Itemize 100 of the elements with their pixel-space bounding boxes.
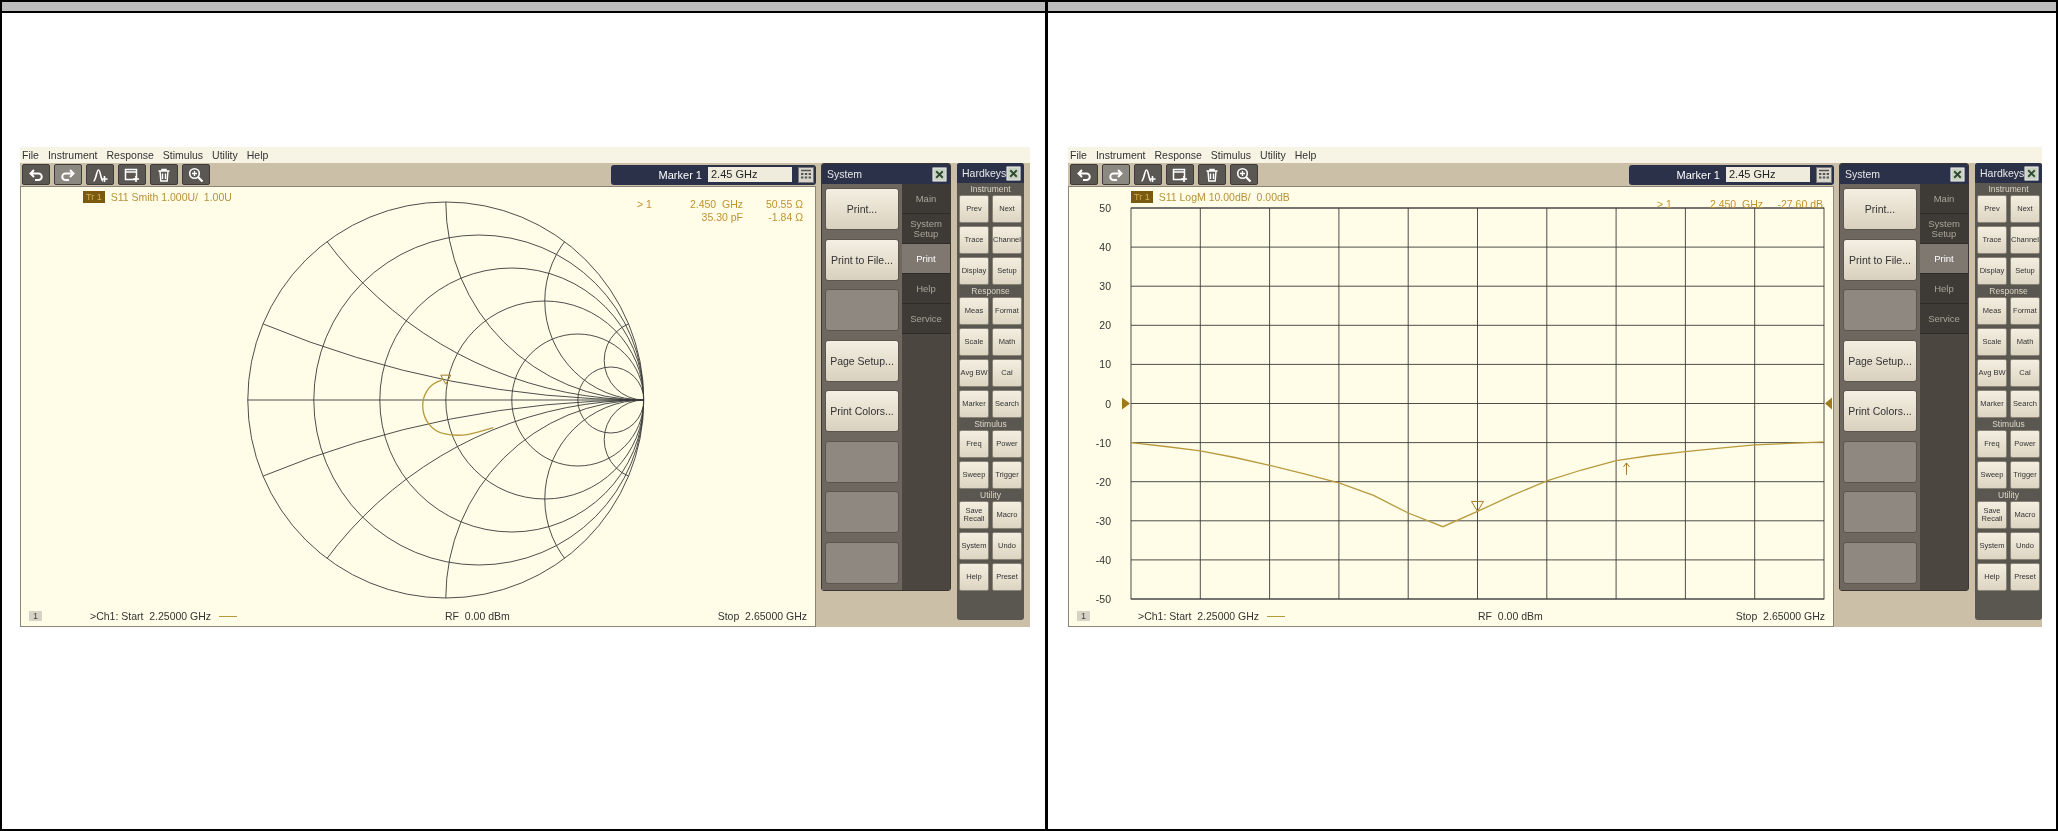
menu-item[interactable]: Response xyxy=(106,149,154,161)
undo-button[interactable] xyxy=(22,164,50,185)
undo-button[interactable] xyxy=(1070,164,1098,185)
redo-icon xyxy=(60,166,76,183)
marker-icon xyxy=(440,374,452,385)
trace-badge: Tr 1 xyxy=(1131,191,1153,203)
close-button[interactable] xyxy=(1950,166,1965,182)
menu-item[interactable]: File xyxy=(1070,149,1087,161)
marker-readout: 50.55 Ω xyxy=(764,198,803,210)
group-label: Instrument xyxy=(969,183,1012,195)
menu-item[interactable]: Help xyxy=(246,149,269,161)
source-power: RF 0.00 dBm xyxy=(1478,610,1543,622)
channel-number: 1 xyxy=(1077,611,1090,621)
start-frequency: >Ch1: Start 2.25000 GHz xyxy=(90,610,212,622)
undo-icon xyxy=(28,166,44,183)
trash-button[interactable] xyxy=(150,164,178,185)
close-button[interactable] xyxy=(2024,165,2040,181)
keypad-icon xyxy=(798,166,814,183)
softkey-button[interactable]: Print to File... xyxy=(1843,238,1917,281)
marker-readout: 2.450 GHz xyxy=(1708,198,1763,210)
softkey-button[interactable]: Page Setup... xyxy=(825,339,899,382)
marker-button[interactable] xyxy=(1134,164,1162,185)
marker-value-field[interactable]: 2.45 GHz xyxy=(1726,167,1810,182)
trash-button[interactable] xyxy=(1198,164,1226,185)
menu-tab[interactable]: System Setup xyxy=(902,214,950,244)
trace-line xyxy=(422,379,494,436)
axis-tick-label: -10 xyxy=(1095,436,1111,449)
close-icon xyxy=(1950,166,1965,182)
menu-item[interactable]: Response xyxy=(1154,149,1202,161)
redo-icon xyxy=(1108,166,1124,183)
group-label: Stimulus xyxy=(1991,418,2026,430)
window-button[interactable] xyxy=(118,164,146,185)
menu-tab[interactable]: Help xyxy=(902,274,950,304)
arrow-marker-icon xyxy=(1623,462,1630,476)
axis-tick-label: -50 xyxy=(1095,593,1111,605)
keypad-button[interactable] xyxy=(1816,166,1832,183)
undo-icon xyxy=(1076,166,1092,183)
axis-tick-label: -20 xyxy=(1095,475,1111,488)
menu-tab[interactable]: Main xyxy=(902,184,950,214)
zoom-button[interactable] xyxy=(1230,164,1258,185)
window-button[interactable] xyxy=(1166,164,1194,185)
axis-tick-label: -40 xyxy=(1095,553,1111,566)
axis-tick-label: 30 xyxy=(1099,280,1111,293)
marker-readout: 2.450 GHz xyxy=(688,198,743,210)
channel-number: 1 xyxy=(29,611,42,621)
keypad-button[interactable] xyxy=(798,166,814,183)
reference-level-icon xyxy=(1122,397,1130,410)
group-label: Instrument xyxy=(1987,183,2030,195)
stop-frequency: Stop 2.65000 GHz xyxy=(717,610,807,622)
softkey-button[interactable]: Print... xyxy=(825,188,899,230)
menu-item[interactable]: Utility xyxy=(1260,149,1286,161)
menu-tab[interactable]: Service xyxy=(1920,304,1968,334)
softkey-button[interactable]: Print Colors... xyxy=(1843,390,1917,432)
panel-title: Hardkeys xyxy=(962,167,1007,179)
group-label: Stimulus xyxy=(973,418,1008,430)
menu-tab[interactable]: Main xyxy=(1920,184,1968,214)
menu-tab[interactable]: Help xyxy=(1920,274,1968,304)
marker-button[interactable] xyxy=(86,164,114,185)
menu-tab[interactable]: Print xyxy=(902,244,950,274)
panel-title: Hardkeys xyxy=(1980,167,2025,179)
axis-tick-label: 10 xyxy=(1099,358,1111,371)
menu-item[interactable]: Instrument xyxy=(47,149,98,161)
menu-item[interactable]: Stimulus xyxy=(162,149,204,161)
zoom-button[interactable] xyxy=(182,164,210,185)
group-label: Response xyxy=(970,285,1011,297)
marker-readout: -1.84 Ω xyxy=(767,211,803,223)
panel-title: System xyxy=(1845,168,1880,180)
marker-readout: -27.60 dB xyxy=(1776,198,1823,210)
menu-item[interactable]: Utility xyxy=(212,149,238,161)
axis-tick-label: 0 xyxy=(1105,397,1111,410)
marker-number: > 1 xyxy=(1657,198,1673,210)
menu-item[interactable]: Help xyxy=(1294,149,1317,161)
menu-tab[interactable]: Print xyxy=(1920,244,1968,274)
softkey-button[interactable]: Page Setup... xyxy=(1843,339,1917,382)
close-icon xyxy=(2024,165,2040,181)
start-frequency: >Ch1: Start 2.25000 GHz xyxy=(1138,610,1260,622)
softkey-button[interactable]: Print to File... xyxy=(825,238,899,281)
marker-value-field[interactable]: 2.45 GHz xyxy=(708,167,792,182)
axis-tick-label: 50 xyxy=(1099,202,1111,214)
stop-frequency: Stop 2.65000 GHz xyxy=(1735,610,1825,622)
menu-item[interactable]: Stimulus xyxy=(1210,149,1252,161)
marker-number: > 1 xyxy=(637,198,653,210)
menu-item[interactable]: File xyxy=(22,149,39,161)
group-label: Utility xyxy=(1997,489,2020,501)
group-label: Utility xyxy=(979,489,1002,501)
menu-tab[interactable]: Service xyxy=(902,304,950,334)
menu-item[interactable]: Instrument xyxy=(1095,149,1146,161)
reference-level-icon xyxy=(1825,397,1832,410)
close-button[interactable] xyxy=(932,166,947,182)
close-icon xyxy=(1006,165,1022,181)
marker-readout: 35.30 pF xyxy=(700,211,743,223)
axis-tick-label: -30 xyxy=(1095,514,1111,527)
close-button[interactable] xyxy=(1006,165,1022,181)
marker-label: Marker 1 xyxy=(658,168,702,181)
trash-icon xyxy=(1204,166,1220,183)
softkey-button[interactable]: Print... xyxy=(1843,188,1917,230)
trace-legend-line xyxy=(1267,615,1286,617)
panel-title: System xyxy=(827,168,862,180)
menu-tab[interactable]: System Setup xyxy=(1920,214,1968,244)
softkey-button[interactable]: Print Colors... xyxy=(825,390,899,432)
